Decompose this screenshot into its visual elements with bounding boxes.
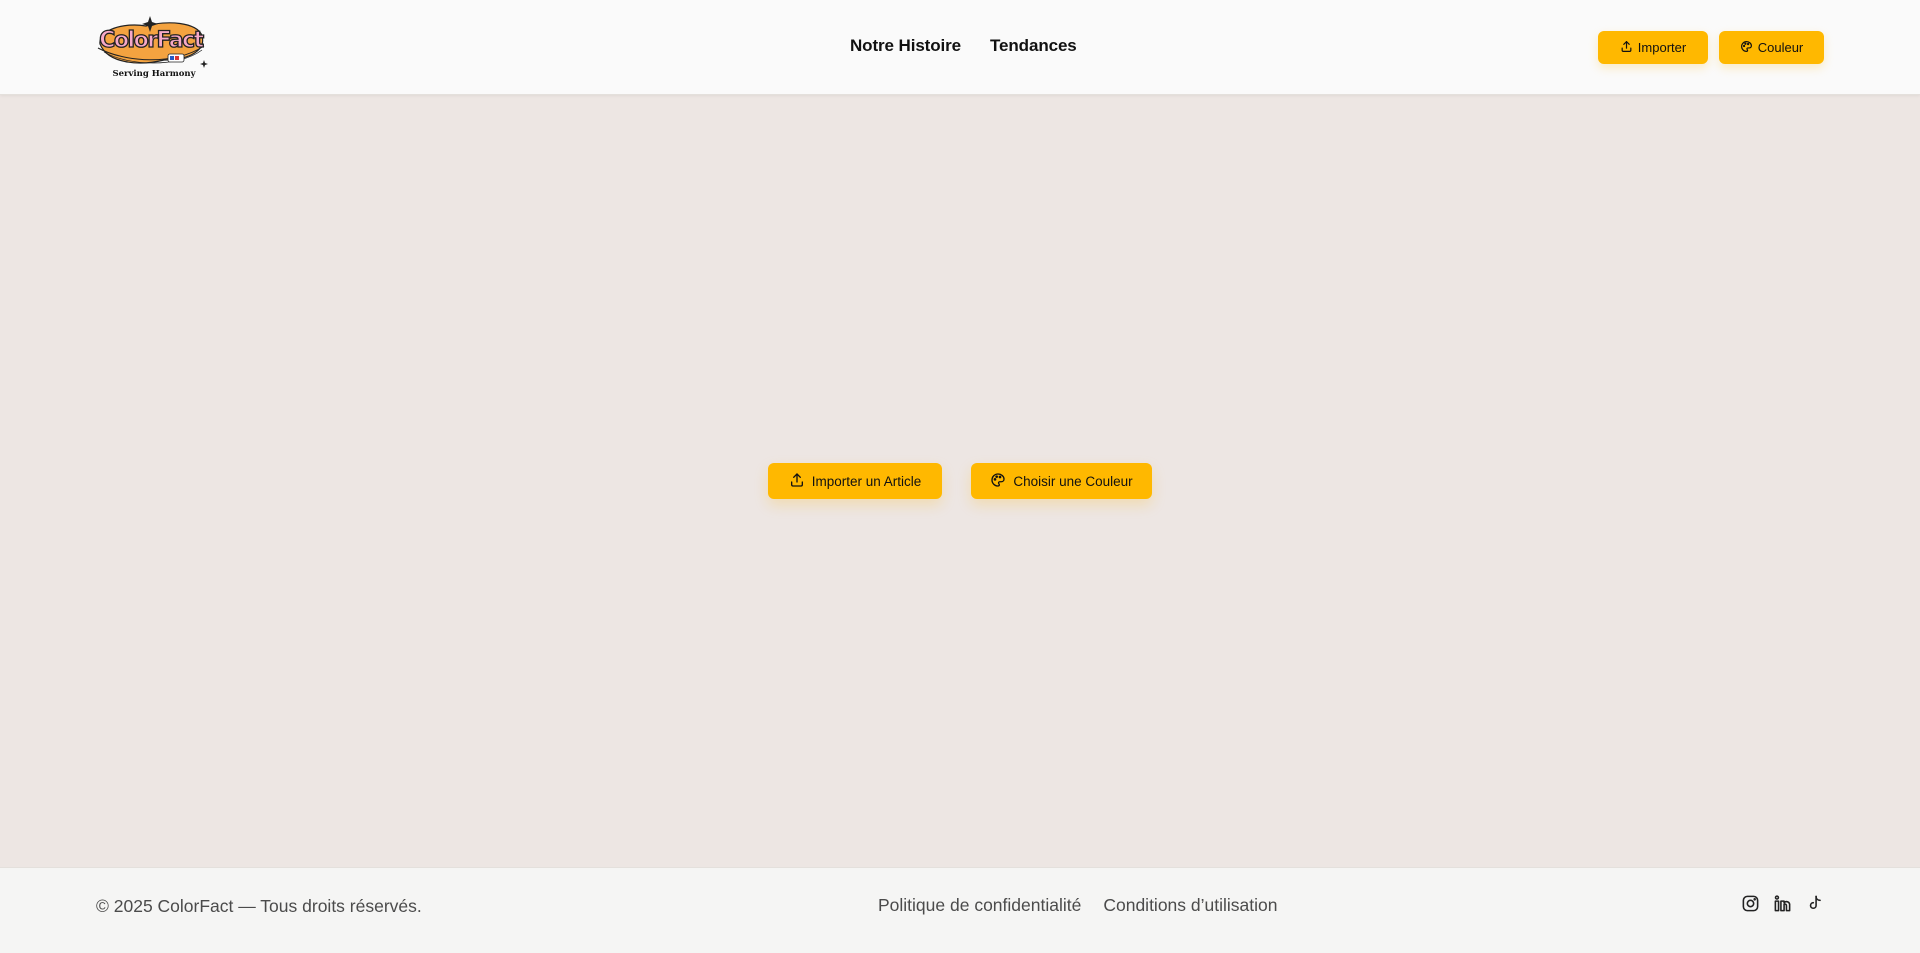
nav-link-notre-histoire[interactable]: Notre Histoire <box>850 36 961 56</box>
terms-of-use-link[interactable]: Conditions d’utilisation <box>1103 895 1277 916</box>
import-article-label: Importer un Article <box>811 473 922 489</box>
palette-icon <box>1740 40 1753 56</box>
svg-text:Serving Harmony: Serving Harmony <box>112 69 196 79</box>
header-import-button[interactable]: Importer <box>1598 31 1708 64</box>
copyright-text: © 2025 ColorFact — Tous droits réservés. <box>96 896 422 916</box>
main-nav: Notre Histoire Tendances <box>850 36 1077 56</box>
choose-color-label: Choisir une Couleur <box>1013 473 1133 489</box>
choose-color-button[interactable]: Choisir une Couleur <box>971 463 1152 499</box>
header-color-label: Couleur <box>1757 40 1804 55</box>
privacy-policy-link[interactable]: Politique de confidentialité <box>878 895 1081 916</box>
linkedin-icon[interactable] <box>1773 894 1792 913</box>
header-import-label: Importer <box>1637 40 1687 55</box>
svg-text:ColorFact: ColorFact <box>99 28 204 53</box>
header-color-button[interactable]: Couleur <box>1719 31 1824 64</box>
import-article-button[interactable]: Importer un Article <box>768 463 942 499</box>
upload-icon <box>1620 40 1633 56</box>
logo-graphic: ColorFact Serving Harmony <box>97 16 208 79</box>
colorfact-logo[interactable]: ColorFact Serving Harmony <box>94 16 208 80</box>
upload-icon <box>789 472 805 491</box>
tiktok-icon[interactable] <box>1805 894 1824 913</box>
legal-links: Politique de confidentialité Conditions … <box>878 895 1277 916</box>
palette-icon <box>990 472 1006 491</box>
instagram-icon[interactable] <box>1741 894 1760 913</box>
site-footer: © 2025 ColorFact — Tous droits réservés.… <box>0 867 1920 953</box>
nav-link-tendances[interactable]: Tendances <box>990 36 1077 56</box>
social-links <box>1741 894 1824 913</box>
site-header: ColorFact Serving Harmony Notre Histoire… <box>0 0 1920 95</box>
